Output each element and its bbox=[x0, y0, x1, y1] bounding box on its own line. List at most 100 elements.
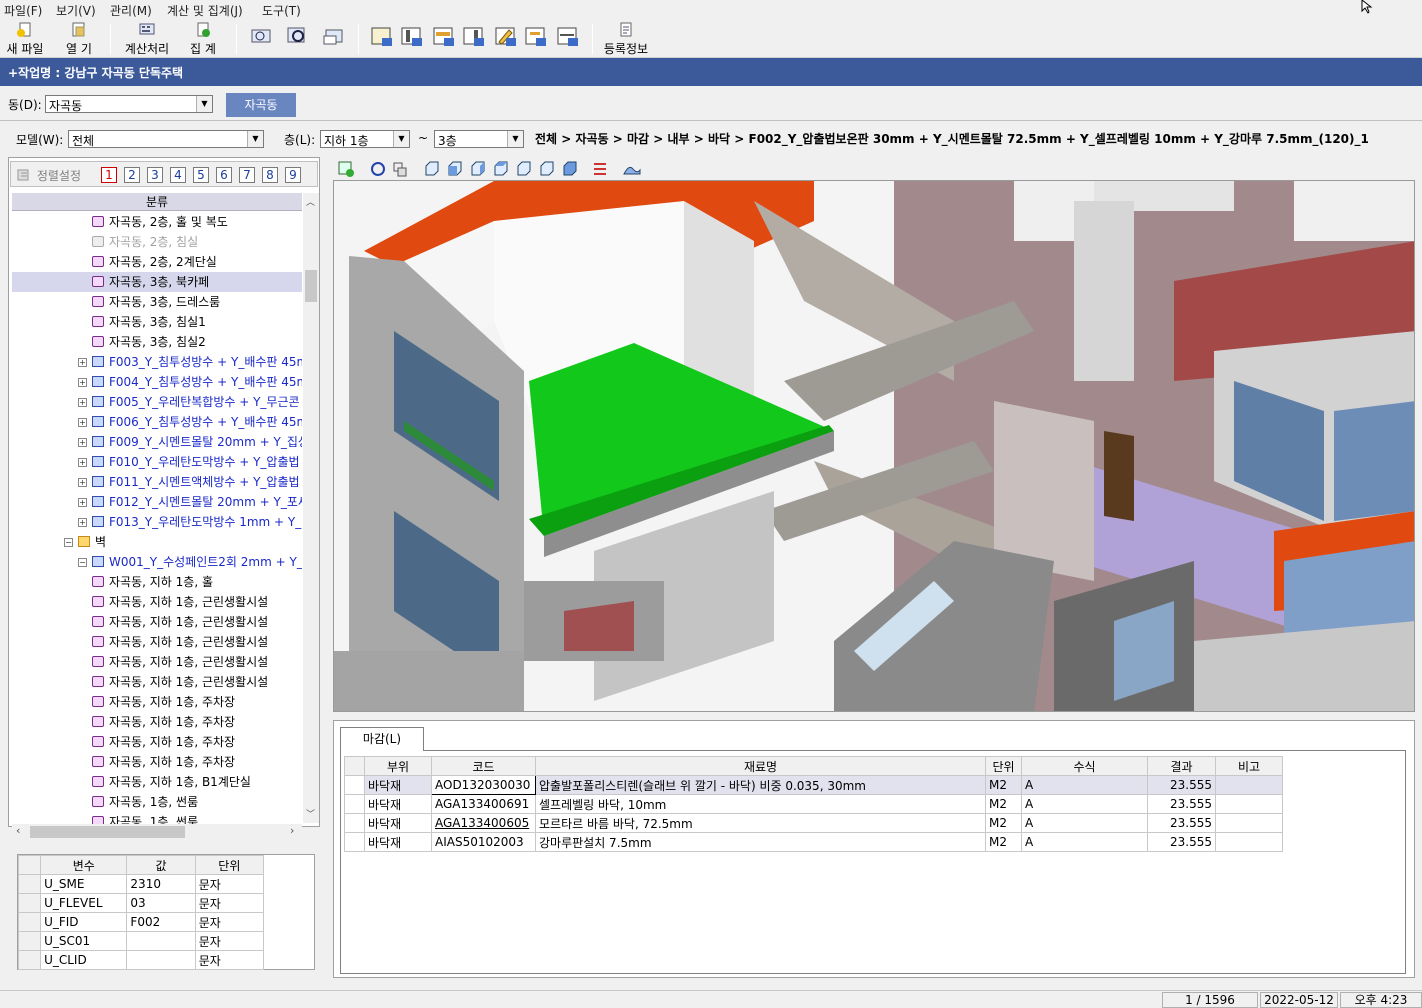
tree-vertical-thumb[interactable] bbox=[305, 270, 317, 302]
floor-from-select[interactable]: 지하 1층 ▼ bbox=[320, 130, 410, 148]
tree-row[interactable]: + F009_Y_시멘트몰탈 20mm + Y_집성 bbox=[12, 432, 302, 452]
expand-icon[interactable]: + bbox=[78, 478, 87, 487]
report-c-icon[interactable] bbox=[432, 24, 456, 48]
zoom-in-icon[interactable] bbox=[286, 24, 310, 48]
tree-row[interactable]: 자곡동, 지하 1층, 근린생활시설 bbox=[12, 652, 302, 672]
collapse-icon[interactable]: − bbox=[78, 558, 87, 567]
tree-row[interactable]: − 벽 bbox=[12, 532, 302, 552]
sort-number-9[interactable]: 9 bbox=[285, 167, 301, 183]
register-info-button[interactable]: 등록정보 bbox=[600, 22, 652, 56]
tree-row[interactable]: 자곡동, 지하 1층, 주차장 bbox=[12, 752, 302, 772]
menu-calc[interactable]: 계산 및 집계(J) bbox=[167, 2, 243, 19]
sort-number-5[interactable]: 5 bbox=[193, 167, 209, 183]
report-b-icon[interactable] bbox=[400, 24, 424, 48]
new-file-button[interactable]: 새 파일 bbox=[2, 22, 48, 56]
terrain-icon[interactable] bbox=[623, 160, 641, 178]
dong-tab[interactable]: 자곡동 bbox=[226, 93, 296, 117]
scroll-right-icon[interactable]: › bbox=[290, 824, 294, 837]
tree-row[interactable]: 자곡동, 2층, 침실 bbox=[12, 232, 302, 252]
report-f-icon[interactable] bbox=[556, 24, 580, 48]
finish-row[interactable]: 바닥재 AGA133400691 셀프레벨링 바닥, 10mm M2 A 23.555 bbox=[344, 794, 1283, 814]
3d-model-viewport[interactable] bbox=[333, 180, 1415, 712]
view-left-icon[interactable] bbox=[515, 160, 533, 178]
variable-row[interactable]: U_FLEVEL 03 문자 bbox=[17, 893, 265, 913]
open-button[interactable]: 열 기 bbox=[58, 22, 100, 56]
expand-icon[interactable]: + bbox=[78, 518, 87, 527]
tree-row[interactable]: 자곡동, 지하 1층, 근린생활시설 bbox=[12, 632, 302, 652]
model-select[interactable]: 전체 ▼ bbox=[68, 130, 264, 148]
edit-pencil-icon[interactable] bbox=[494, 24, 518, 48]
aggregate-button[interactable]: 집 계 bbox=[182, 22, 224, 56]
tree-row[interactable]: + F013_Y_우레탄도막방수 1mm + Y_ bbox=[12, 512, 302, 532]
sort-number-2[interactable]: 2 bbox=[124, 167, 140, 183]
sort-number-8[interactable]: 8 bbox=[262, 167, 278, 183]
tree-row[interactable]: 자곡동, 3층, 침실2 bbox=[12, 332, 302, 352]
model-settings-icon[interactable] bbox=[337, 160, 355, 178]
tree-row[interactable]: + F011_Y_시멘트액체방수 + Y_압출법 bbox=[12, 472, 302, 492]
tree-row[interactable]: 자곡동, 지하 1층, 근린생활시설 bbox=[12, 612, 302, 632]
zoom-out-icon[interactable] bbox=[322, 24, 346, 48]
collapse-icon[interactable]: − bbox=[64, 538, 73, 547]
menu-file[interactable]: 파일(F) bbox=[4, 2, 42, 19]
expand-icon[interactable]: + bbox=[78, 378, 87, 387]
menu-manage[interactable]: 관리(M) bbox=[110, 2, 152, 19]
expand-icon[interactable]: + bbox=[78, 398, 87, 407]
finish-row[interactable]: 바닥재 AIAS50102003 강마루판설치 7.5mm M2 A 23.555 bbox=[344, 832, 1283, 852]
expand-icon[interactable]: + bbox=[78, 358, 87, 367]
scroll-left-icon[interactable]: ‹ bbox=[16, 824, 20, 837]
list-icon[interactable] bbox=[591, 160, 609, 178]
tree-row[interactable]: 자곡동, 2층, 홀 및 복도 bbox=[12, 212, 302, 232]
scroll-up-icon[interactable]: ︿ bbox=[306, 195, 315, 208]
tree-row[interactable]: 자곡동, 지하 1층, 주차장 bbox=[12, 732, 302, 752]
sort-number-6[interactable]: 6 bbox=[216, 167, 232, 183]
variable-row[interactable]: U_SC01 문자 bbox=[17, 931, 265, 951]
expand-icon[interactable]: + bbox=[78, 498, 87, 507]
expand-icon[interactable]: + bbox=[78, 458, 87, 467]
rotate-view-icon[interactable] bbox=[369, 160, 387, 178]
report-e-icon[interactable] bbox=[524, 24, 548, 48]
tree-row[interactable]: 자곡동, 지하 1층, 주차장 bbox=[12, 712, 302, 732]
view-bottom-icon[interactable] bbox=[538, 160, 556, 178]
sort-number-1[interactable]: 1 bbox=[101, 167, 117, 183]
layer-icon[interactable] bbox=[391, 160, 409, 178]
tree-horizontal-thumb[interactable] bbox=[30, 826, 185, 838]
variable-row[interactable]: U_FID F002 문자 bbox=[17, 912, 265, 932]
report-d-icon[interactable] bbox=[462, 24, 486, 48]
zoom-window-icon[interactable] bbox=[250, 24, 274, 48]
calc-button[interactable]: 계산처리 bbox=[120, 22, 174, 56]
tree-row[interactable]: 자곡동, 지하 1층, 근린생활시설 bbox=[12, 672, 302, 692]
expand-icon[interactable]: + bbox=[78, 418, 87, 427]
finish-row[interactable]: 바닥재 AOD132030030 압출발포폴리스티렌(슬래브 위 깔기 - 바닥) … bbox=[344, 775, 1283, 795]
view-front-icon[interactable] bbox=[423, 160, 441, 178]
tree-row[interactable]: + F004_Y_침투성방수 + Y_배수판 45mm bbox=[12, 372, 302, 392]
tree-row[interactable]: 자곡동, 1층, 썬룸 bbox=[12, 792, 302, 812]
menu-tools[interactable]: 도구(T) bbox=[262, 2, 301, 19]
floor-to-select[interactable]: 3층 ▼ bbox=[434, 130, 524, 148]
tab-finish[interactable]: 마감(L) bbox=[340, 727, 424, 751]
finish-row[interactable]: 바닥재 AGA133400605 모르타르 바름 바닥, 72.5mm M2 A 23.5… bbox=[344, 813, 1283, 833]
tree-row[interactable]: 자곡동, 3층, 드레스룸 bbox=[12, 292, 302, 312]
tree-row[interactable]: + F006_Y_침투성방수 + Y_배수판 45mm bbox=[12, 412, 302, 432]
tree-row[interactable]: 자곡동, 지하 1층, 근린생활시설 bbox=[12, 592, 302, 612]
dong-select[interactable]: 자곡동 ▼ bbox=[45, 95, 213, 113]
view-iso-icon[interactable] bbox=[561, 160, 579, 178]
sort-number-7[interactable]: 7 bbox=[239, 167, 255, 183]
view-right-icon[interactable] bbox=[469, 160, 487, 178]
tree-row[interactable]: + F010_Y_우레탄도막방수 + Y_압출법 bbox=[12, 452, 302, 472]
report-a-icon[interactable] bbox=[370, 24, 394, 48]
variable-row[interactable]: U_SME 2310 문자 bbox=[17, 874, 265, 894]
sort-number-4[interactable]: 4 bbox=[170, 167, 186, 183]
tree-row[interactable]: 자곡동, 2층, 2계단실 bbox=[12, 252, 302, 272]
tree-row[interactable]: − W001_Y_수성페인트2회 2mm + Y_콘 bbox=[12, 552, 302, 572]
tree-row[interactable]: 자곡동, 3층, 북카페 bbox=[12, 272, 302, 292]
view-back-icon[interactable] bbox=[492, 160, 510, 178]
tree-row[interactable]: + F003_Y_침투성방수 + Y_배수판 45mm bbox=[12, 352, 302, 372]
sort-number-3[interactable]: 3 bbox=[147, 167, 163, 183]
menu-view[interactable]: 보기(V) bbox=[56, 2, 96, 19]
expand-icon[interactable]: + bbox=[78, 438, 87, 447]
tree-row[interactable]: 자곡동, 1층, 썬룸 bbox=[12, 812, 302, 824]
scroll-down-icon[interactable]: ﹀ bbox=[306, 807, 315, 820]
view-top-icon[interactable] bbox=[446, 160, 464, 178]
variable-row[interactable]: U_CLID 문자 bbox=[17, 950, 265, 970]
sort-settings-button[interactable]: 정렬설정 bbox=[17, 167, 81, 184]
